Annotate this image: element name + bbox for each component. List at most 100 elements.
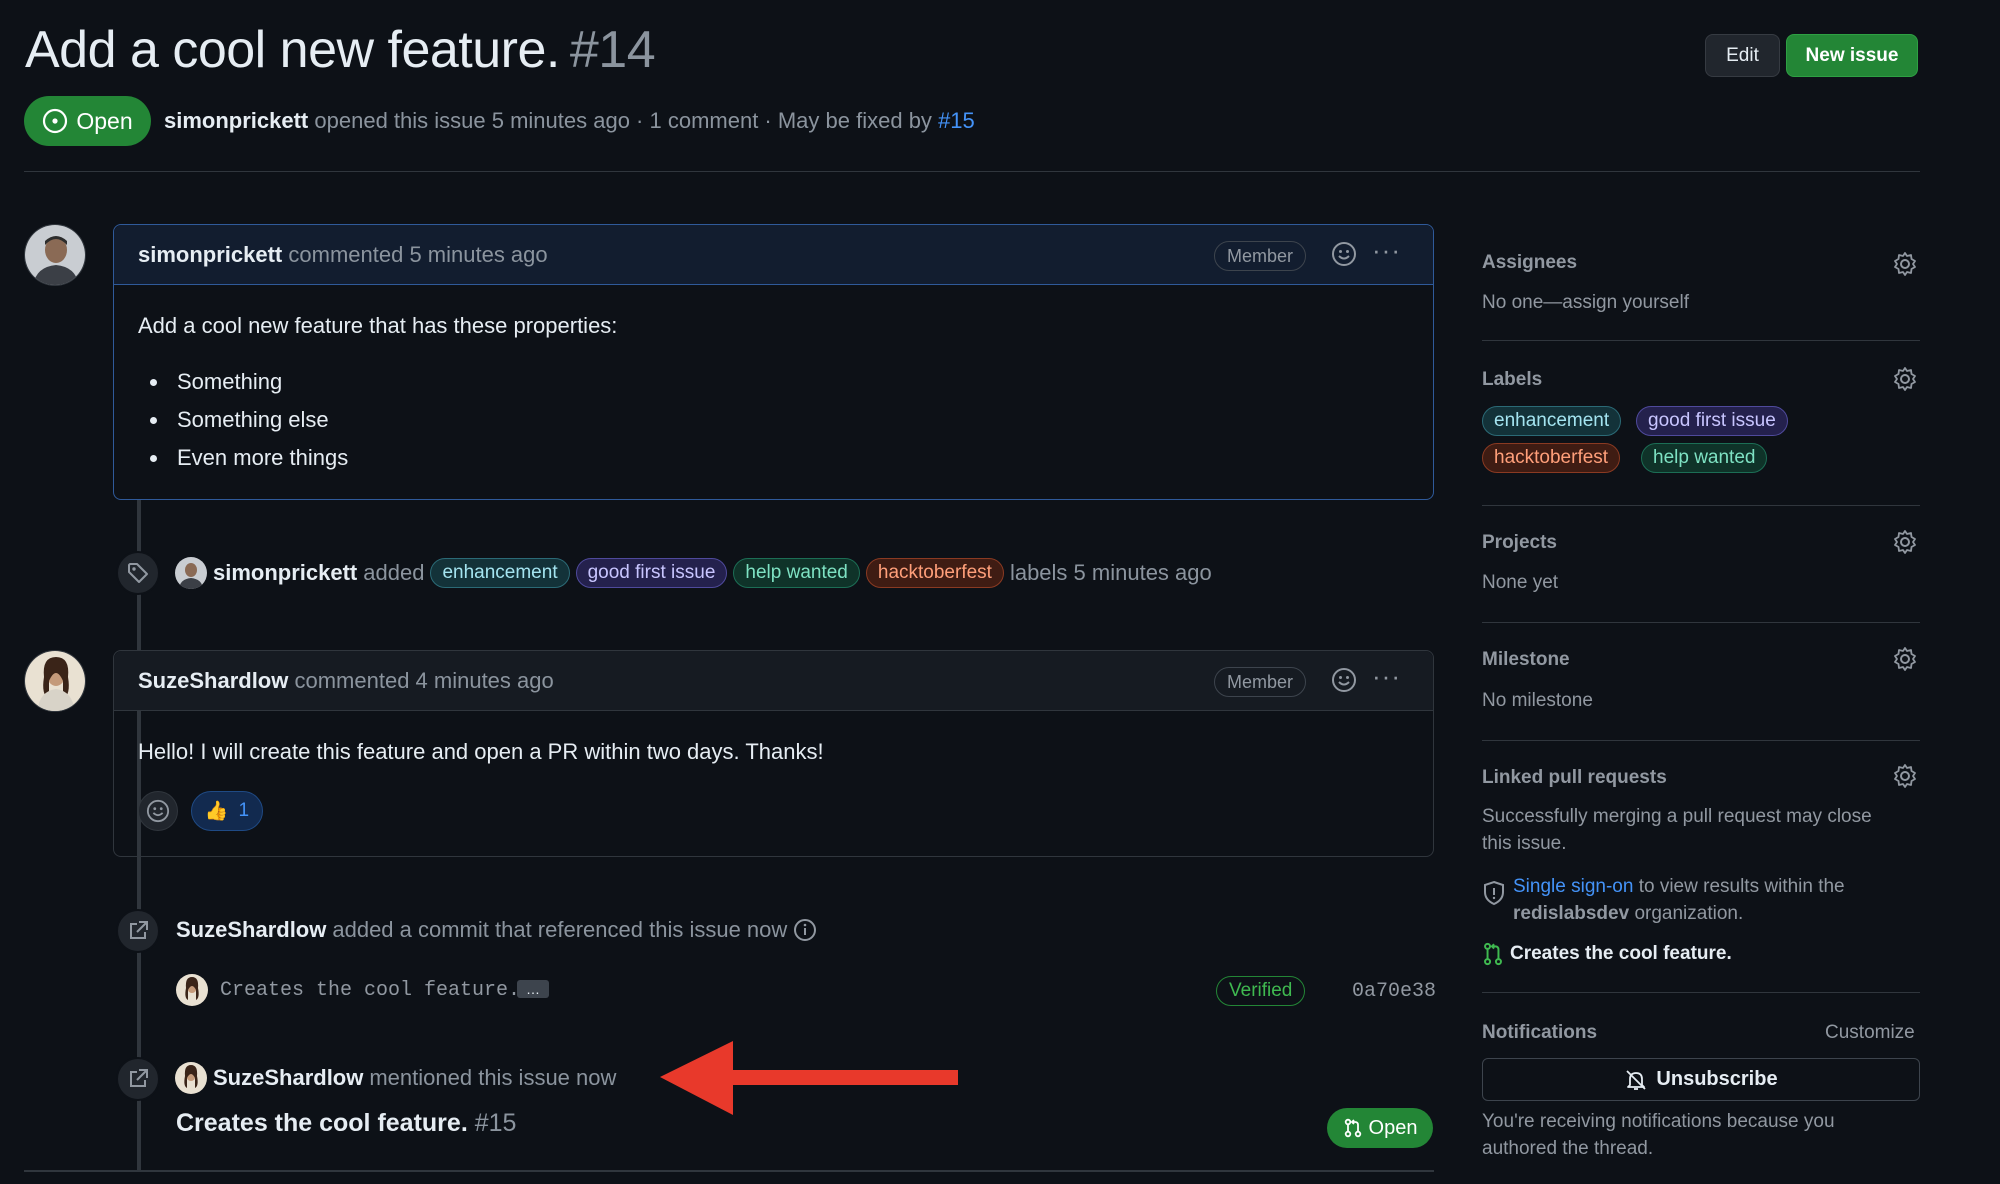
expand-commit-button[interactable]: … (517, 980, 549, 998)
linked-pr-title[interactable]: Creates the cool feature. (1510, 943, 1732, 965)
issue-meta: simonprickett opened this issue 5 minute… (164, 108, 975, 134)
sidebar-divider (1482, 622, 1920, 623)
linked-prs-desc-2: this issue. (1482, 833, 1567, 854)
bell-slash-icon (1626, 1069, 1647, 1090)
projects-heading[interactable]: Projects (1482, 532, 1557, 554)
avatar-suzeshardlow-small[interactable] (176, 974, 208, 1006)
shield-icon (1484, 880, 1504, 906)
sidebar-divider (1482, 992, 1920, 993)
mention-pr-number[interactable]: #15 (475, 1109, 517, 1137)
gear-icon[interactable] (1892, 529, 1918, 555)
issue-title: Add a cool new feature. #14 (25, 20, 656, 80)
milestone-heading[interactable]: Milestone (1482, 649, 1570, 671)
unsubscribe-button[interactable]: Unsubscribe (1482, 1058, 1920, 1101)
customize-link[interactable]: Customize (1825, 1022, 1915, 1044)
commit-message[interactable]: Creates the cool feature. (220, 979, 520, 1002)
assignees-value[interactable]: No one—assign yourself (1482, 292, 1689, 314)
labels-heading[interactable]: Labels (1482, 369, 1542, 391)
comment-1-intro: Add a cool new feature that has these pr… (138, 313, 618, 338)
issue-author-link[interactable]: simonprickett (164, 108, 308, 133)
sso-link[interactable]: Single sign-on (1513, 876, 1633, 897)
linked-pr-item[interactable]: Creates the cool feature. (1482, 942, 1732, 966)
commit-ref-text[interactable]: added a commit that referenced this issu… (332, 917, 787, 943)
label-help-wanted[interactable]: help wanted (733, 558, 860, 588)
gear-icon[interactable] (1892, 646, 1918, 672)
sso-text: to view results within the (1638, 876, 1845, 897)
avatar-simonprickett[interactable] (24, 224, 86, 286)
linked-prs-heading[interactable]: Linked pull requests (1482, 767, 1667, 789)
label-event-suffix[interactable]: labels 5 minutes ago (1010, 560, 1212, 586)
issue-open-icon (43, 108, 68, 134)
pr-open-label: Open (1368, 1116, 1418, 1139)
edit-button[interactable]: Edit (1705, 34, 1780, 77)
comment-2-role-badge: Member (1214, 667, 1307, 697)
add-reaction-icon[interactable] (1331, 667, 1357, 693)
issue-title-text: Add a cool new feature. (25, 21, 560, 79)
timeline-end-divider (24, 1170, 1434, 1172)
comment-2-byline: SuzeShardlow commented 4 minutes ago (138, 668, 554, 694)
gear-icon[interactable] (1892, 251, 1918, 277)
issue-number: #14 (569, 21, 656, 79)
new-issue-button[interactable]: New issue (1786, 34, 1918, 77)
comment-2-header: SuzeShardlow commented 4 minutes ago Mem… (114, 651, 1433, 711)
org-suffix: organization. (1634, 903, 1744, 924)
mention-pr-title[interactable]: Creates the cool feature. (176, 1109, 468, 1137)
assignees-heading[interactable]: Assignees (1482, 252, 1577, 274)
commit-sha[interactable]: 0a70e38 (1352, 980, 1436, 1003)
label-enhancement[interactable]: enhancement (430, 558, 570, 588)
annotation-arrow-icon (660, 1041, 958, 1115)
issue-state-label: Open (76, 107, 133, 134)
comment-1-header: simonprickett commented 5 minutes ago Me… (114, 225, 1433, 285)
mention-pr-link[interactable]: Creates the cool feature. #15 (176, 1109, 516, 1138)
label-event: simonprickett added enhancement good fir… (175, 557, 1212, 589)
avatar-simonprickett-small[interactable] (175, 557, 207, 589)
thumbs-up-reaction[interactable]: 👍 1 (191, 791, 263, 831)
smiley-icon (146, 799, 170, 823)
sso-line: Single sign-on to view results within th… (1513, 876, 1845, 898)
pull-request-icon (1484, 942, 1502, 966)
label-event-actor[interactable]: simonprickett (213, 560, 357, 586)
sidebar-label-hacktoberfest[interactable]: hacktoberfest (1482, 443, 1621, 473)
projects-value: None yet (1482, 572, 1559, 593)
more-options-icon[interactable]: ··· (1372, 235, 1401, 266)
header-divider (24, 171, 1920, 172)
notifications-note-1: You're receiving notifications because y… (1482, 1111, 1835, 1132)
commit-ref-event: SuzeShardlow added a commit that referen… (176, 917, 817, 943)
pull-request-icon (1344, 1118, 1361, 1138)
thumbs-up-icon: 👍 (204, 801, 229, 822)
comment-1-list: Something Something else Even more thing… (134, 363, 348, 477)
verified-badge[interactable]: Verified (1216, 976, 1306, 1006)
commit-row: Creates the cool feature. (176, 974, 520, 1006)
sidebar-divider (1482, 340, 1920, 341)
info-icon[interactable] (793, 918, 817, 942)
mention-text[interactable]: mentioned this issue now (369, 1065, 616, 1091)
milestone-value: No milestone (1482, 690, 1593, 711)
comment-1-action[interactable]: commented 5 minutes ago (288, 242, 547, 267)
issue-meta-text: opened this issue 5 minutes ago · 1 comm… (314, 108, 932, 133)
comment-2-author[interactable]: SuzeShardlow (138, 668, 288, 693)
label-good-first-issue[interactable]: good first issue (575, 558, 728, 588)
gear-icon[interactable] (1892, 366, 1918, 392)
more-options-icon[interactable]: ··· (1372, 661, 1401, 692)
fixed-by-link[interactable]: #15 (938, 108, 975, 133)
tag-icon (116, 551, 160, 595)
sidebar-label-help-wanted[interactable]: help wanted (1641, 443, 1768, 473)
add-reaction-button[interactable] (138, 791, 178, 831)
gear-icon[interactable] (1892, 763, 1918, 789)
label-hacktoberfest[interactable]: hacktoberfest (865, 558, 1004, 588)
commit-ref-actor[interactable]: SuzeShardlow (176, 917, 326, 943)
avatar-suzeshardlow[interactable] (24, 650, 86, 712)
comment-2-action[interactable]: commented 4 minutes ago (294, 668, 553, 693)
sidebar-divider (1482, 505, 1920, 506)
mention-actor[interactable]: SuzeShardlow (213, 1065, 363, 1091)
unsubscribe-label: Unsubscribe (1656, 1068, 1778, 1090)
list-item: Something (134, 363, 348, 401)
comment-1-author[interactable]: simonprickett (138, 242, 282, 267)
add-reaction-icon[interactable] (1331, 241, 1357, 267)
comment-1-role-badge: Member (1214, 241, 1307, 271)
sidebar-label-good-first-issue[interactable]: good first issue (1636, 406, 1788, 436)
avatar-suzeshardlow-small[interactable] (175, 1062, 207, 1094)
reaction-count: 1 (238, 800, 250, 821)
notifications-note-2: authored the thread. (1482, 1138, 1654, 1159)
sidebar-label-enhancement[interactable]: enhancement (1482, 406, 1622, 436)
